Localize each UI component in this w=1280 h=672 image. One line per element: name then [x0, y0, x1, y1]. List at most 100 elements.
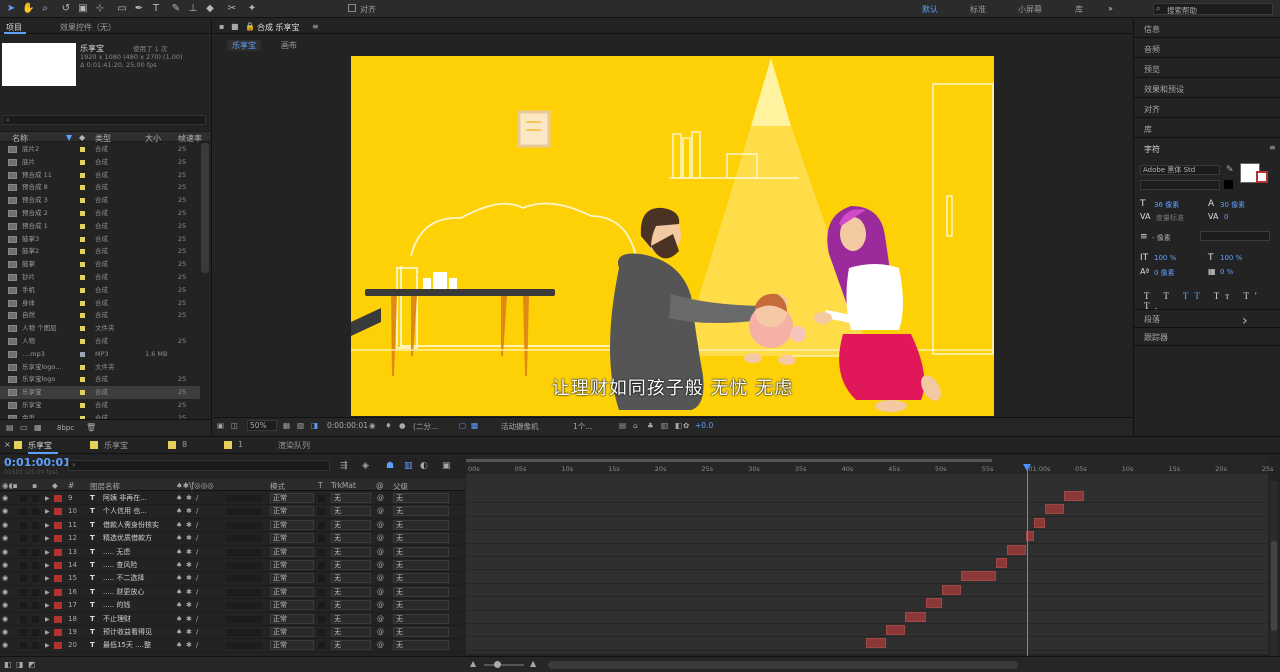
project-search-input[interactable]: ⌕ [2, 115, 206, 125]
label-swatch[interactable] [80, 223, 85, 229]
vscale-value[interactable]: 100 % [1154, 254, 1176, 262]
label-swatch[interactable] [80, 211, 85, 216]
expand-arrow-icon[interactable]: ▶ [45, 559, 50, 572]
close-tab-icon[interactable]: × [4, 440, 11, 449]
switches-group[interactable] [226, 588, 262, 596]
lock-toggle[interactable] [32, 615, 39, 623]
pickwhip-icon[interactable]: @ [377, 572, 384, 585]
label-swatch[interactable] [80, 351, 85, 357]
panel-library[interactable]: 库 [1144, 124, 1152, 135]
brush-tool-icon[interactable]: ✎ [170, 3, 182, 15]
layer-label-color[interactable] [54, 629, 62, 636]
collapse-switch-icon[interactable]: ✱ [186, 639, 192, 652]
layer-name[interactable]: 精选优质借款方 [103, 532, 173, 545]
label-swatch[interactable] [80, 300, 85, 306]
layer-row[interactable]: ◉ ▶ 14 T ..... 查风险 ♠ ✱ / 正常 无 @ 无 [0, 559, 465, 573]
quality-switch-icon[interactable]: / [196, 626, 198, 639]
snap-checkbox[interactable] [348, 4, 356, 12]
project-item[interactable]: 预合成 2 合成 25 [0, 207, 200, 220]
collapse-switch-icon[interactable]: ✱ [186, 546, 192, 559]
draft3d-icon[interactable]: ◈ [362, 461, 369, 471]
pickwhip-icon[interactable]: @ [377, 599, 384, 612]
text-tool-icon[interactable]: T [150, 3, 162, 15]
panel-info[interactable]: 信息 [1144, 24, 1160, 35]
panel-preview[interactable]: 预览 [1144, 64, 1160, 75]
collapse-switch-icon[interactable]: ✱ [186, 505, 192, 518]
project-item[interactable]: 预合成 3 合成 25 [0, 194, 200, 207]
preserve-trans-toggle[interactable] [318, 562, 325, 569]
roi-icon[interactable]: ▢ [459, 421, 466, 430]
hand-tool-icon[interactable]: ✋ [22, 3, 34, 15]
shy-switch-icon[interactable]: ♠ [176, 613, 182, 626]
label-swatch[interactable] [80, 147, 85, 152]
timeline-tab-4[interactable]: 1 [238, 440, 243, 449]
motion-blur-icon[interactable]: ◐ [420, 461, 428, 471]
layer-row[interactable]: ◉ ▶ 10 T 个人信用 也... ♠ ✱ / 正常 无 @ 无 [0, 505, 465, 519]
quality-switch-icon[interactable]: / [196, 559, 198, 572]
layer-row[interactable]: ◉ ▶ 13 T ..... 无虑 ♠ ✱ / 正常 无 @ 无 [0, 546, 465, 559]
visibility-icon[interactable]: ◉ [2, 613, 8, 626]
toggle-timing-icon[interactable]: ◩ [28, 660, 36, 669]
label-swatch[interactable] [80, 390, 85, 396]
label-swatch[interactable] [80, 262, 85, 268]
label-swatch[interactable] [80, 287, 85, 293]
project-item[interactable]: ....mp3 MP3 1.6 MB [0, 348, 200, 361]
layer-row[interactable]: ◉ ▶ 17 T ..... 的钱 ♠ ✱ / 正常 无 @ 无 [0, 599, 465, 613]
parent-dropdown[interactable]: 无 [393, 573, 449, 584]
timeline-timecode[interactable]: 0:01:00:01 [4, 456, 71, 469]
preserve-trans-toggle[interactable] [318, 508, 325, 516]
switches-group[interactable] [226, 508, 262, 516]
project-item[interactable]: 手机 合成 25 [0, 284, 200, 297]
timeline-h-scrollbar[interactable] [548, 661, 1018, 669]
pen-tool-icon[interactable]: ✒ [133, 3, 145, 15]
preserve-trans-toggle[interactable] [318, 521, 325, 529]
label-swatch[interactable] [80, 339, 85, 344]
switches-group[interactable] [226, 615, 262, 623]
text-style-buttons[interactable]: T T TT Tт T' T, [1144, 291, 1280, 311]
lock-toggle[interactable] [32, 535, 39, 543]
layer-name[interactable]: 不止理财 [103, 613, 173, 626]
trkmat-dropdown[interactable]: 无 [331, 573, 371, 584]
shy-switch-icon[interactable]: ♠ [176, 505, 182, 518]
label-swatch[interactable] [80, 185, 85, 191]
layer-name[interactable]: 预计收益看得见 [103, 626, 173, 639]
layer-row[interactable]: ◉ ▶ 20 T 最低15天 ....整 ♠ ✱ / 正常 无 @ 无 [0, 639, 465, 653]
layer-label-color[interactable] [54, 588, 62, 596]
mask-icon[interactable]: ◫ [231, 421, 238, 430]
layer-row[interactable]: ◉ ▶ 18 T 不止理财 ♠ ✱ / 正常 无 @ 无 [0, 613, 465, 626]
trkmat-dropdown[interactable]: 无 [331, 519, 371, 530]
breadcrumb[interactable]: 乐享宝 [227, 40, 261, 51]
layer-label-color[interactable] [54, 521, 62, 529]
layer-label-color[interactable] [54, 575, 62, 583]
trkmat-dropdown[interactable]: 无 [331, 600, 371, 611]
project-item[interactable]: 人物 合成 25 [0, 335, 200, 348]
quality-switch-icon[interactable]: / [196, 599, 198, 612]
parent-dropdown[interactable]: 无 [393, 560, 449, 570]
layer-duration-bar[interactable] [1045, 504, 1064, 515]
trkmat-dropdown[interactable]: 无 [331, 560, 371, 570]
timeline-tab-active[interactable]: 乐享宝 [28, 440, 52, 451]
preserve-trans-toggle[interactable] [318, 495, 325, 502]
pickwhip-icon[interactable]: @ [377, 546, 384, 559]
project-item[interactable]: 身体 合成 25 [0, 297, 200, 310]
panel-tracker[interactable]: 跟踪器 [1144, 332, 1168, 343]
layer-duration-bar[interactable] [1063, 491, 1085, 501]
audio-toggle[interactable] [20, 562, 27, 569]
label-swatch[interactable] [80, 198, 85, 204]
layer-name[interactable]: 最低15天 ....整 [103, 639, 173, 652]
font-style-dropdown[interactable] [1140, 180, 1220, 190]
lock-toggle[interactable] [32, 602, 39, 610]
hscale-value[interactable]: 100 % [1220, 254, 1242, 262]
blend-mode-dropdown[interactable]: 正常 [270, 600, 314, 611]
preserve-trans-toggle[interactable] [318, 535, 325, 543]
parent-dropdown[interactable]: 无 [393, 506, 449, 517]
trkmat-dropdown[interactable]: 无 [331, 546, 371, 557]
panel-paragraph[interactable]: 段落 [1144, 314, 1160, 325]
interpret-icon[interactable]: ▤ [6, 423, 14, 432]
preserve-trans-toggle[interactable] [318, 629, 325, 636]
layer-duration-bar[interactable] [865, 638, 887, 649]
layer-label-color[interactable] [54, 562, 62, 569]
panel-effects-presets[interactable]: 效果和预设 [1144, 84, 1184, 95]
switches-group[interactable] [226, 575, 262, 583]
layer-duration-bar[interactable] [925, 598, 943, 609]
